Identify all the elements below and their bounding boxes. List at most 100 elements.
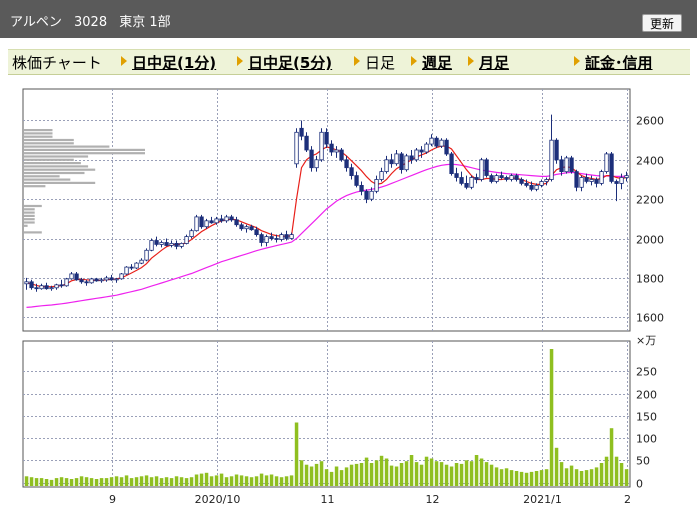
- candle-body: [549, 139, 554, 180]
- candle-body: [529, 184, 534, 190]
- volume-bar: [624, 469, 629, 486]
- candle-body: [584, 177, 589, 182]
- candle-body: [199, 216, 204, 228]
- volume-profile-bar: [24, 218, 35, 221]
- volume-bar: [144, 475, 149, 486]
- candle-body: [569, 157, 574, 173]
- volume-unit-label: ×万: [636, 334, 656, 347]
- candle-body: [424, 143, 429, 153]
- volume-bar: [479, 458, 484, 486]
- volume-bar: [504, 468, 509, 486]
- candle-body: [134, 262, 139, 269]
- volume-bar: [519, 471, 524, 486]
- candle-body: [179, 242, 184, 247]
- volume-bar: [414, 462, 419, 486]
- candle-body: [154, 240, 159, 245]
- volume-bar: [119, 477, 124, 486]
- candle-body: [324, 131, 329, 145]
- volume-bar: [364, 457, 369, 486]
- volume-bar: [429, 458, 434, 486]
- volume-bar: [224, 477, 229, 486]
- volume-bar: [59, 477, 64, 486]
- volume-bar: [569, 465, 574, 486]
- volume-bar: [324, 469, 329, 486]
- candle-body: [239, 224, 244, 230]
- volume-bar: [404, 461, 409, 486]
- volume-bar: [609, 428, 614, 486]
- price-y-tick-label: 2000: [636, 234, 664, 247]
- price-panel-frame: [22, 88, 631, 332]
- candle-body: [554, 139, 559, 161]
- volume-bar: [484, 462, 489, 486]
- volume-bar: [489, 464, 494, 486]
- candle-body: [109, 277, 114, 281]
- volume-bar: [389, 465, 394, 486]
- volume-bar: [534, 471, 539, 486]
- volume-profile-bar: [24, 162, 81, 165]
- candle-body: [454, 173, 459, 178]
- price-y-tick-label: 1600: [636, 312, 664, 325]
- candle-body: [344, 159, 349, 169]
- volume-profile-bar: [24, 138, 74, 142]
- volume-bar: [259, 473, 264, 486]
- volume-y-tick-label: 100: [636, 433, 657, 446]
- volume-bar: [109, 477, 114, 486]
- candle-body: [54, 284, 59, 289]
- volume-bar: [539, 470, 544, 486]
- volume-bar: [134, 477, 139, 486]
- volume-bar: [409, 455, 414, 486]
- candle-body: [254, 229, 259, 235]
- volume-bar: [264, 475, 269, 486]
- candle-body: [114, 278, 119, 281]
- volume-bar: [424, 456, 429, 486]
- candle-body: [334, 149, 339, 153]
- volume-y-tick-label: 250: [636, 366, 657, 379]
- volume-bar: [284, 476, 289, 486]
- candle-body: [279, 234, 284, 240]
- candle-body: [219, 218, 224, 222]
- volume-bar: [254, 476, 259, 486]
- volume-bar: [54, 478, 59, 486]
- x-tick-label: 11: [321, 493, 335, 506]
- volume-bar: [269, 474, 274, 486]
- candle-body: [309, 149, 314, 169]
- candle-body: [74, 273, 79, 281]
- volume-bar: [49, 479, 54, 486]
- candle-body: [624, 175, 629, 179]
- volume-profile-bar: [24, 152, 145, 155]
- volume-bar: [604, 456, 609, 486]
- candle-body: [524, 182, 529, 186]
- candle-body: [589, 179, 594, 182]
- volume-bar: [589, 469, 594, 486]
- candle-body: [519, 179, 524, 184]
- volume-bar: [464, 460, 469, 486]
- candle-body: [284, 234, 289, 239]
- x-tick-label: 9: [109, 493, 116, 506]
- candle-body: [539, 181, 544, 186]
- volume-bar: [289, 475, 294, 486]
- candle-body: [504, 177, 509, 180]
- volume-bar: [29, 477, 34, 486]
- candle-body: [104, 277, 109, 281]
- x-tick-label: 12: [426, 493, 440, 506]
- price-y-tick-label: 1800: [636, 273, 664, 286]
- volume-bar: [579, 471, 584, 486]
- volume-bar: [544, 469, 549, 486]
- volume-bar: [374, 460, 379, 486]
- candle-body: [144, 249, 149, 261]
- candle-body: [369, 190, 374, 200]
- candle-body: [264, 236, 269, 243]
- candle-body: [184, 236, 189, 244]
- candle-body: [244, 226, 249, 230]
- candle-body: [44, 285, 49, 290]
- price-y-tick-label: 2600: [636, 115, 664, 128]
- candle-body: [39, 285, 44, 290]
- volume-bar: [599, 463, 604, 486]
- volume-bar: [419, 464, 424, 486]
- volume-profile-bar: [24, 178, 71, 181]
- volume-bar: [334, 466, 339, 486]
- volume-bar: [529, 471, 534, 486]
- volume-bar: [124, 475, 129, 486]
- volume-profile-bar: [24, 175, 60, 178]
- candle-body: [594, 179, 599, 184]
